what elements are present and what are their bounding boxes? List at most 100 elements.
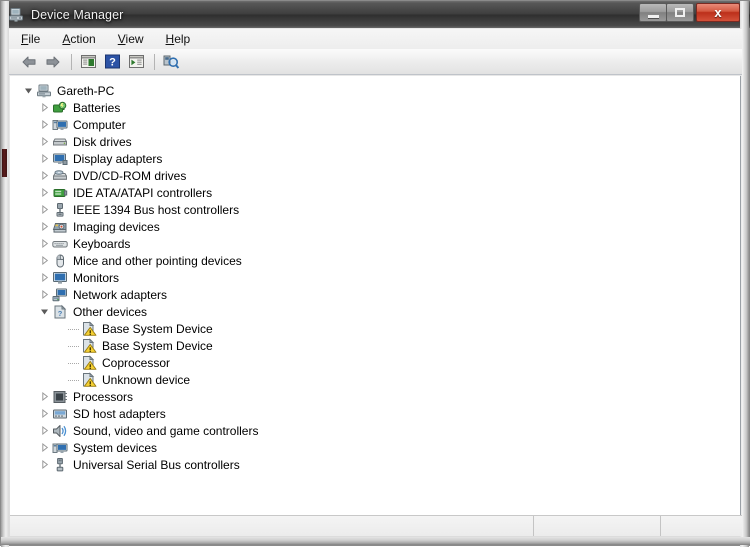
back-button[interactable] bbox=[18, 51, 40, 73]
status-bar bbox=[10, 515, 742, 536]
tree-node-unknown-device[interactable]: Unknown device bbox=[10, 371, 740, 388]
tree-connector bbox=[68, 355, 81, 371]
device-manager-window: Device Manager x File Action View Help ?… bbox=[0, 0, 750, 547]
expand-triangle-icon[interactable] bbox=[36, 202, 52, 218]
tree-node-imaging-devices[interactable]: Imaging devices bbox=[10, 218, 740, 235]
expand-triangle-icon[interactable] bbox=[36, 151, 52, 167]
tree-node-batteries[interactable]: Batteries bbox=[10, 99, 740, 116]
device-manager-icon bbox=[8, 7, 24, 23]
menu-item-action[interactable]: Action bbox=[59, 30, 106, 48]
tree-node-label: Universal Serial Bus controllers bbox=[73, 457, 240, 472]
tree-node-network-adapters[interactable]: Network adapters bbox=[10, 286, 740, 303]
tree-node-ide-controllers[interactable]: IDE ATA/ATAPI controllers bbox=[10, 184, 740, 201]
monitor-icon bbox=[52, 270, 68, 286]
collapse-triangle-icon[interactable] bbox=[36, 304, 52, 320]
camera-icon bbox=[52, 219, 68, 235]
expand-triangle-icon[interactable] bbox=[36, 389, 52, 405]
toolbar-separator bbox=[71, 53, 72, 70]
usb-icon bbox=[52, 457, 68, 473]
tree-node-display-adapters[interactable]: Display adapters bbox=[10, 150, 740, 167]
tree-node-processors[interactable]: Processors bbox=[10, 388, 740, 405]
tree-node-monitors[interactable]: Monitors bbox=[10, 269, 740, 286]
expand-triangle-icon[interactable] bbox=[36, 185, 52, 201]
properties-icon bbox=[128, 55, 144, 68]
unknown-device-warning-icon bbox=[81, 320, 97, 337]
network-icon bbox=[52, 287, 68, 303]
svg-text:?: ? bbox=[109, 57, 116, 69]
window-border-accent bbox=[2, 149, 7, 177]
other-devices-icon: ? bbox=[52, 304, 68, 320]
status-segment-main bbox=[10, 516, 534, 536]
ide-controller-icon bbox=[52, 185, 68, 201]
expand-triangle-icon[interactable] bbox=[36, 236, 52, 252]
expand-triangle-icon[interactable] bbox=[36, 287, 52, 303]
tree-node-label: Unknown device bbox=[102, 372, 191, 387]
tree-node-label: Batteries bbox=[73, 100, 121, 115]
tree-node-mice[interactable]: Mice and other pointing devices bbox=[10, 252, 740, 269]
speaker-icon bbox=[52, 423, 68, 439]
arrow-right-icon bbox=[46, 56, 60, 67]
collapse-triangle-icon[interactable] bbox=[20, 83, 36, 99]
tree-node-label: Keyboards bbox=[73, 236, 131, 251]
tree-node-system-devices[interactable]: System devices bbox=[10, 439, 740, 456]
minimize-button[interactable] bbox=[639, 3, 667, 22]
title-bar[interactable]: Device Manager x bbox=[1, 1, 750, 28]
tree-node-label: Disk drives bbox=[73, 134, 132, 149]
tree-node-keyboards[interactable]: Keyboards bbox=[10, 235, 740, 252]
window-controls: x bbox=[639, 2, 740, 23]
console-tree-icon bbox=[80, 55, 96, 68]
expand-triangle-icon[interactable] bbox=[36, 134, 52, 150]
firewire-icon bbox=[52, 202, 68, 218]
expand-triangle-icon[interactable] bbox=[36, 406, 52, 422]
expand-triangle-icon[interactable] bbox=[36, 253, 52, 269]
tree-node-label: SD host adapters bbox=[73, 406, 166, 421]
help-button[interactable]: ? bbox=[101, 51, 123, 73]
expand-triangle-icon[interactable] bbox=[36, 219, 52, 235]
tree-connector bbox=[68, 321, 81, 337]
tree-node-label: Display adapters bbox=[73, 151, 163, 166]
status-segment-secondary bbox=[534, 516, 661, 536]
menu-item-view[interactable]: View bbox=[115, 30, 155, 48]
toolbar-separator-2 bbox=[154, 53, 155, 70]
expand-triangle-icon[interactable] bbox=[36, 440, 52, 456]
expand-triangle-icon[interactable] bbox=[36, 100, 52, 116]
expand-triangle-icon[interactable] bbox=[36, 117, 52, 133]
tree-node-dvd-cdrom-drives[interactable]: DVD/CD-ROM drives bbox=[10, 167, 740, 184]
tree-node-label: Processors bbox=[73, 389, 134, 404]
expand-triangle-icon[interactable] bbox=[36, 168, 52, 184]
unknown-device-warning-icon bbox=[81, 371, 97, 388]
tree-node-base-system-device-1[interactable]: Base System Device bbox=[10, 320, 740, 337]
show-hide-console-tree-button[interactable] bbox=[77, 51, 99, 73]
tree-node-sd-host-adapters[interactable]: SD host adapters bbox=[10, 405, 740, 422]
tree-node-computer[interactable]: Computer bbox=[10, 116, 740, 133]
tree-node-label: Monitors bbox=[73, 270, 120, 285]
tree-node-label: System devices bbox=[73, 440, 158, 455]
tree-node-root[interactable]: Gareth-PC bbox=[10, 82, 740, 99]
forward-button[interactable] bbox=[42, 51, 64, 73]
scan-for-hardware-changes-button[interactable] bbox=[160, 51, 182, 73]
tree-node-usb-controllers[interactable]: Universal Serial Bus controllers bbox=[10, 456, 740, 473]
tree-connector bbox=[68, 372, 81, 388]
tree-node-ieee-1394[interactable]: IEEE 1394 Bus host controllers bbox=[10, 201, 740, 218]
tree-node-base-system-device-2[interactable]: Base System Device bbox=[10, 337, 740, 354]
menu-item-file[interactable]: File bbox=[18, 30, 51, 48]
device-tree-panel[interactable]: Gareth-PC Batteries Computer Disk drives… bbox=[10, 76, 741, 531]
tree-node-label: Base System Device bbox=[102, 338, 213, 353]
expand-triangle-icon[interactable] bbox=[36, 457, 52, 473]
tree-node-disk-drives[interactable]: Disk drives bbox=[10, 133, 740, 150]
expand-triangle-icon[interactable] bbox=[36, 423, 52, 439]
tree-node-label: Base System Device bbox=[102, 321, 213, 336]
tree-node-sound-video-game-controllers[interactable]: Sound, video and game controllers bbox=[10, 422, 740, 439]
tree-node-coprocessor[interactable]: Coprocessor bbox=[10, 354, 740, 371]
tree-node-label: Sound, video and game controllers bbox=[73, 423, 259, 438]
tree-node-other-devices[interactable]: ? Other devices bbox=[10, 303, 740, 320]
tree-connector bbox=[68, 338, 81, 354]
close-button[interactable]: x bbox=[696, 3, 740, 22]
tree-node-label: Imaging devices bbox=[73, 219, 160, 234]
expand-triangle-icon[interactable] bbox=[36, 270, 52, 286]
menu-item-help[interactable]: Help bbox=[163, 30, 202, 48]
properties-button[interactable] bbox=[125, 51, 147, 73]
sd-adapter-icon bbox=[52, 406, 68, 422]
maximize-button[interactable] bbox=[666, 3, 694, 22]
menu-bar: File Action View Help bbox=[9, 29, 742, 49]
